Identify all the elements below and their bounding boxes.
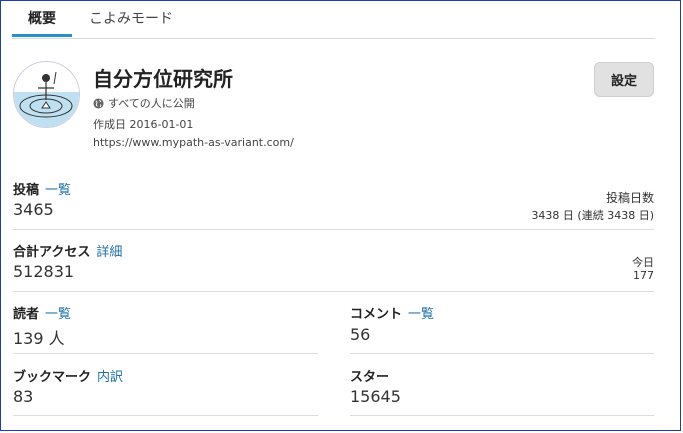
bookmarks-breakdown-link[interactable]: 内訳	[97, 370, 123, 385]
comments-label: コメント	[350, 307, 403, 322]
blog-avatar	[13, 61, 80, 128]
active-tab-indicator	[12, 34, 72, 37]
tab-bar: 概要 こよみモード	[12, 0, 655, 39]
tab-calendar-mode[interactable]: こよみモード	[89, 8, 173, 28]
comments-count: 56	[350, 325, 371, 344]
tab-overview[interactable]: 概要	[28, 8, 56, 28]
settings-button[interactable]: 設定	[594, 62, 654, 97]
divider	[13, 353, 318, 354]
access-label: 合計アクセス	[13, 245, 91, 260]
blog-url[interactable]: https://www.mypath-as-variant.com/	[93, 136, 294, 149]
readers-stat-label: 読者 一覧	[13, 303, 71, 322]
bookmarks-stat-label: ブックマーク 内訳	[13, 366, 123, 385]
posts-label: 投稿	[13, 183, 40, 198]
avatar-illustration-icon	[14, 62, 79, 127]
today-label: 今日	[632, 256, 654, 269]
posts-stat-label: 投稿 一覧	[13, 179, 71, 198]
posts-list-link[interactable]: 一覧	[45, 183, 71, 198]
access-detail-link[interactable]: 詳細	[96, 245, 122, 260]
stars-stat-label: スター	[350, 366, 389, 385]
divider	[13, 229, 654, 230]
access-stat-label: 合計アクセス 詳細	[13, 241, 122, 260]
bookmarks-label: ブックマーク	[13, 370, 92, 385]
divider	[350, 353, 654, 354]
divider	[13, 415, 318, 416]
stars-count: 15645	[350, 387, 401, 406]
visibility-label: すべての人に公開	[108, 97, 195, 110]
post-days-label: 投稿日数	[605, 191, 654, 205]
divider	[13, 291, 654, 292]
stars-label: スター	[350, 370, 390, 385]
comments-list-link[interactable]: 一覧	[408, 307, 434, 322]
visibility-status: すべての人に公開	[93, 95, 195, 111]
posts-count: 3465	[13, 200, 54, 219]
comments-stat-label: コメント 一覧	[350, 303, 434, 322]
readers-list-link[interactable]: 一覧	[45, 307, 71, 322]
blog-title: 自分方位研究所	[93, 67, 233, 91]
created-date: 作成日 2016-01-01	[93, 118, 194, 131]
divider	[350, 415, 654, 416]
bookmarks-count: 83	[13, 387, 34, 406]
today-value: 177	[633, 269, 654, 282]
readers-label: 読者	[13, 307, 40, 322]
globe-icon	[93, 97, 104, 109]
post-days-value: 3438 日 (連続 3438 日)	[531, 209, 654, 222]
access-count: 512831	[13, 262, 75, 281]
readers-count: 139 人	[13, 329, 65, 348]
